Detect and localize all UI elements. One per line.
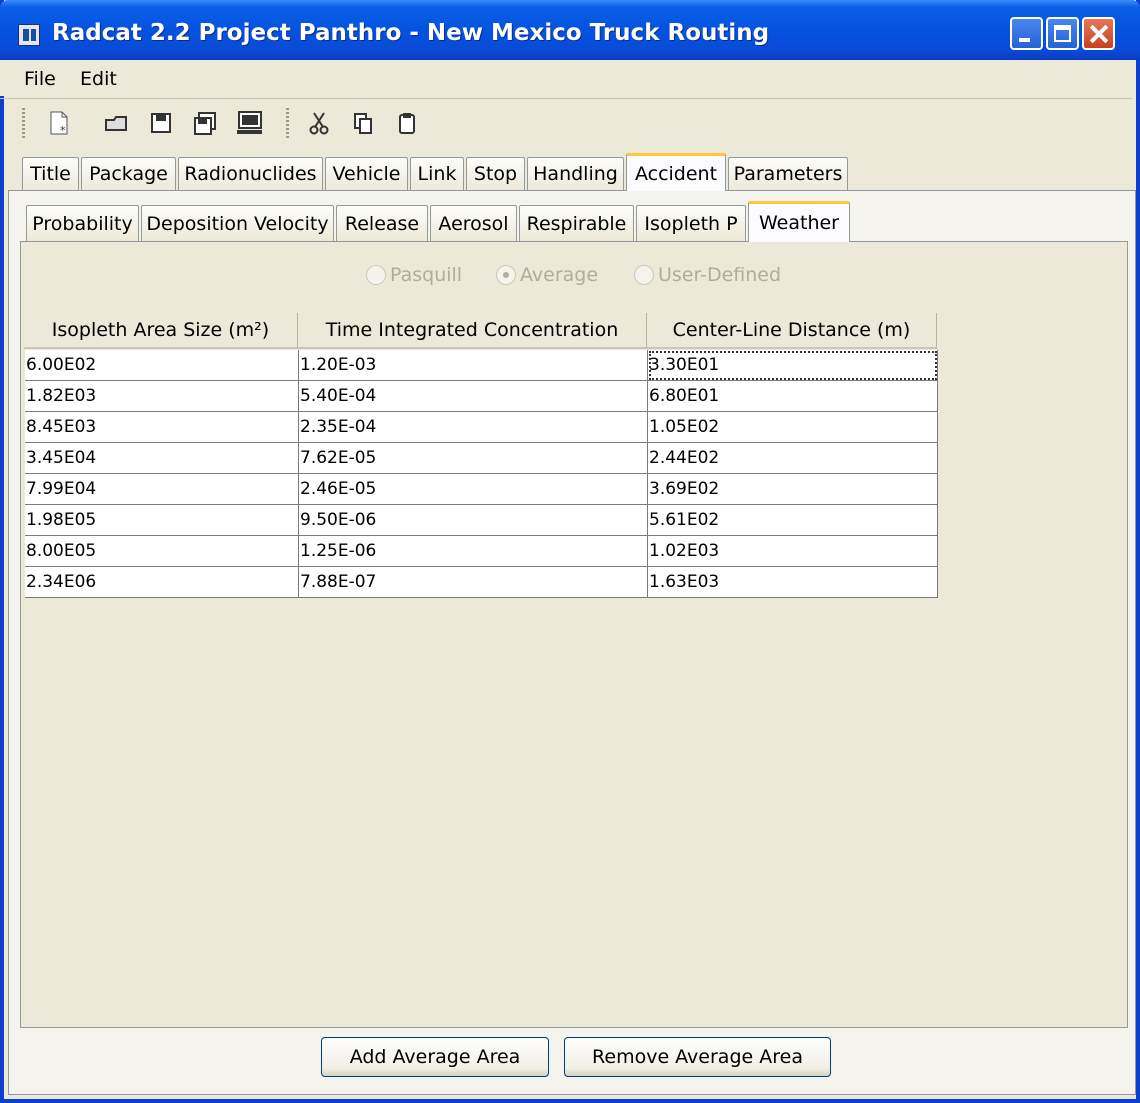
radio-average-label: Average bbox=[520, 264, 599, 286]
table-cell[interactable]: 1.98E05 bbox=[25, 505, 299, 536]
radio-user-defined[interactable]: User-Defined bbox=[634, 264, 781, 286]
subtab-isopleth-p[interactable]: Isopleth P bbox=[636, 205, 746, 241]
table-cell[interactable]: 9.50E-06 bbox=[299, 505, 648, 536]
tab-radionuclides[interactable]: Radionuclides bbox=[178, 157, 323, 190]
table-cell[interactable]: 1.82E03 bbox=[25, 381, 299, 412]
radio-pasquill-dot[interactable] bbox=[366, 265, 386, 285]
radio-user-defined-dot[interactable] bbox=[634, 265, 654, 285]
table-cell[interactable]: 2.34E06 bbox=[25, 567, 299, 598]
table-cell[interactable]: 8.45E03 bbox=[25, 412, 299, 443]
table-cell[interactable]: 8.00E05 bbox=[25, 536, 299, 567]
radio-user-defined-label: User-Defined bbox=[658, 264, 782, 286]
table-cell[interactable]: 2.35E-04 bbox=[299, 412, 648, 443]
table-cell[interactable]: 1.20E-03 bbox=[299, 350, 648, 381]
tab-parameters[interactable]: Parameters bbox=[728, 157, 848, 190]
radio-average[interactable]: Average bbox=[496, 264, 598, 286]
maximize-button[interactable] bbox=[1046, 17, 1079, 50]
table-cell[interactable]: 7.88E-07 bbox=[299, 567, 648, 598]
radio-pasquill[interactable]: Pasquill bbox=[366, 264, 462, 286]
table-cell[interactable]: 5.40E-04 bbox=[299, 381, 648, 412]
table-cell[interactable]: 6.80E01 bbox=[648, 381, 938, 412]
subtab-deposition-velocity[interactable]: Deposition Velocity bbox=[141, 205, 334, 241]
subtab-release[interactable]: Release bbox=[336, 205, 428, 241]
radio-pasquill-label: Pasquill bbox=[390, 264, 463, 286]
menu-bar: File Edit bbox=[0, 60, 1132, 96]
menu-edit[interactable]: Edit bbox=[80, 68, 117, 90]
table-cell[interactable]: 1.25E-06 bbox=[299, 536, 648, 567]
save-icon[interactable] bbox=[148, 110, 174, 136]
table-cell[interactable]: 1.05E02 bbox=[648, 412, 938, 443]
add-average-area-button[interactable]: Add Average Area bbox=[321, 1037, 549, 1077]
radio-average-dot[interactable] bbox=[496, 265, 516, 285]
table-cell[interactable]: 3.69E02 bbox=[648, 474, 938, 505]
tab-stop[interactable]: Stop bbox=[466, 157, 525, 190]
subtab-weather[interactable]: Weather bbox=[748, 201, 850, 242]
tab-accident[interactable]: Accident bbox=[626, 153, 726, 191]
copy-icon[interactable] bbox=[350, 110, 376, 136]
svg-text:*: * bbox=[60, 124, 66, 136]
paste-icon[interactable] bbox=[394, 110, 420, 136]
tab-handling[interactable]: Handling bbox=[527, 157, 624, 190]
column-header-distance[interactable]: Center-Line Distance (m) bbox=[647, 313, 937, 349]
tab-title[interactable]: Title bbox=[22, 157, 79, 190]
app-icon[interactable] bbox=[18, 24, 40, 46]
tab-package[interactable]: Package bbox=[81, 157, 176, 190]
menu-file[interactable]: File bbox=[24, 68, 56, 90]
new-file-icon[interactable]: * bbox=[46, 110, 72, 136]
close-button[interactable] bbox=[1082, 17, 1115, 50]
open-folder-icon[interactable] bbox=[104, 110, 130, 136]
window-title: Radcat 2.2 Project Panthro - New Mexico … bbox=[52, 20, 770, 46]
tab-link[interactable]: Link bbox=[410, 157, 464, 190]
table-cell[interactable]: 5.61E02 bbox=[648, 505, 938, 536]
table-cell[interactable]: 7.62E-05 bbox=[299, 443, 648, 474]
table-cell[interactable]: 3.45E04 bbox=[25, 443, 299, 474]
table-cell[interactable]: 7.99E04 bbox=[25, 474, 299, 505]
toolbar: * bbox=[0, 98, 1132, 150]
cut-icon[interactable] bbox=[306, 110, 332, 136]
table-cell[interactable]: 3.30E01 bbox=[648, 350, 938, 381]
table-cell[interactable]: 6.00E02 bbox=[25, 350, 299, 381]
toolbar-grip-2[interactable] bbox=[286, 108, 289, 140]
column-header-concentration[interactable]: Time Integrated Concentration bbox=[298, 313, 647, 349]
subtab-respirable[interactable]: Respirable bbox=[519, 205, 634, 241]
computer-icon[interactable] bbox=[236, 110, 262, 136]
table-cell[interactable]: 1.02E03 bbox=[648, 536, 938, 567]
column-header-area[interactable]: Isopleth Area Size (m²) bbox=[24, 313, 298, 349]
title-bar[interactable]: Radcat 2.2 Project Panthro - New Mexico … bbox=[0, 0, 1140, 60]
remove-average-area-button[interactable]: Remove Average Area bbox=[564, 1037, 831, 1077]
subtab-aerosol[interactable]: Aerosol bbox=[430, 205, 517, 241]
tab-vehicle[interactable]: Vehicle bbox=[325, 157, 408, 190]
subtab-probability[interactable]: Probability bbox=[26, 205, 139, 241]
save-all-icon[interactable] bbox=[192, 110, 218, 136]
table-cell[interactable]: 2.46E-05 bbox=[299, 474, 648, 505]
table-cell[interactable]: 1.63E03 bbox=[648, 567, 938, 598]
toolbar-grip[interactable] bbox=[22, 108, 25, 140]
table-cell[interactable]: 2.44E02 bbox=[648, 443, 938, 474]
minimize-button[interactable] bbox=[1010, 17, 1043, 50]
